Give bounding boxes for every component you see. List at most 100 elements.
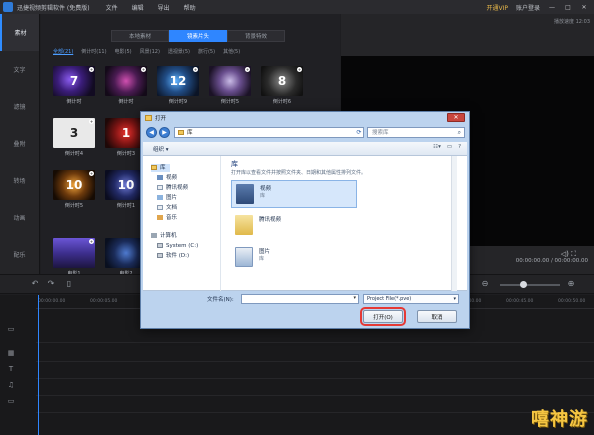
close-button[interactable]: ✕: [580, 4, 588, 11]
nav-pictures[interactable]: 图片: [157, 194, 177, 202]
music-track[interactable]: [36, 379, 594, 396]
category-filter: 全部(21) 倒计时(11) 电影(5) 风景(12) 透视景(5) 旅行(5)…: [53, 48, 240, 55]
thumbnail[interactable]: +: [53, 238, 95, 268]
library-tabs: 本地素材 镜素片头 背景特效: [111, 30, 285, 42]
nav-tencent-video[interactable]: 腾讯视频: [157, 184, 188, 192]
redo-icon[interactable]: ↷: [46, 279, 56, 289]
thumbnail[interactable]: 10+: [53, 170, 95, 200]
ruler-tick: 00:00:05.00: [90, 299, 118, 304]
category-scenery[interactable]: 风景(12): [140, 48, 160, 55]
add-icon[interactable]: +: [245, 67, 250, 72]
nav-transitions[interactable]: 转场: [0, 162, 39, 199]
add-icon[interactable]: +: [89, 67, 94, 72]
library-item-pictures[interactable]: 图片 库: [231, 244, 357, 272]
nav-music[interactable]: 音乐: [157, 214, 177, 222]
zoom-slider-track[interactable]: [500, 284, 560, 286]
back-icon[interactable]: ◀: [146, 127, 157, 138]
add-icon[interactable]: +: [89, 239, 94, 244]
nav-documents[interactable]: 文档: [157, 204, 177, 212]
drive-icon: [157, 253, 163, 258]
category-perspective[interactable]: 透视景(5): [168, 48, 190, 55]
library-item-videos[interactable]: 视频 库: [231, 180, 357, 208]
nav-animations[interactable]: 动画: [0, 199, 39, 236]
nav-filters[interactable]: 滤镜: [0, 88, 39, 125]
nav-music[interactable]: 配乐: [0, 236, 39, 273]
thumbnail[interactable]: +: [105, 66, 147, 96]
vip-button[interactable]: 开通VIP: [486, 3, 508, 12]
nav-videos-label: 视频: [166, 175, 178, 181]
menu-file[interactable]: 文件: [106, 3, 118, 12]
nav-text[interactable]: 文字: [0, 51, 39, 88]
add-icon[interactable]: +: [89, 171, 94, 176]
nav-library[interactable]: 库: [151, 164, 170, 172]
navigation-pane: 库 视频 腾讯视频 图片 文档 音乐 计算机 System (C:) 软件 (D…: [143, 156, 221, 291]
nav-drive-c[interactable]: System (C:): [157, 242, 198, 250]
filename-input[interactable]: ▾: [241, 294, 359, 304]
menu-edit[interactable]: 编辑: [132, 3, 144, 12]
playhead[interactable]: [38, 295, 39, 435]
file-list-scrollbar[interactable]: [451, 156, 457, 291]
help-icon[interactable]: ?: [458, 144, 461, 150]
chevron-down-icon[interactable]: ▾: [353, 295, 356, 301]
search-input[interactable]: 搜索库 ⌕: [367, 127, 465, 138]
thumbnail-label: 倒计时5: [220, 99, 240, 105]
account-login-button[interactable]: 账户登录: [516, 3, 540, 12]
left-nav: 素材 文字 滤镜 叠附 转场 动画 配乐: [0, 14, 40, 274]
thumbnail[interactable]: 8 +: [261, 66, 303, 96]
voice-track-icon: ▭: [7, 397, 15, 405]
organize-button[interactable]: 组织 ▾: [153, 145, 169, 153]
text-track[interactable]: [36, 362, 594, 379]
category-other[interactable]: 其他(5): [223, 48, 240, 55]
minimize-button[interactable]: —: [548, 4, 556, 11]
maximize-button[interactable]: □: [564, 4, 572, 11]
thumbnail[interactable]: 3 +: [53, 118, 95, 148]
tab-intro-clips[interactable]: 镜素片头: [169, 30, 227, 42]
cancel-button[interactable]: 取消: [417, 310, 457, 323]
category-all[interactable]: 全部(21): [53, 48, 73, 55]
category-movie[interactable]: 电影(5): [115, 48, 132, 55]
nav-computer[interactable]: 计算机: [151, 232, 177, 240]
library-item-tencent-video[interactable]: 腾讯视频: [231, 212, 357, 240]
category-countdown[interactable]: 倒计时(11): [81, 48, 106, 55]
zoom-in-icon[interactable]: ⊕: [566, 279, 576, 289]
nav-overlays[interactable]: 叠附: [0, 125, 39, 162]
view-options-icon[interactable]: ☷▾: [433, 144, 441, 150]
add-icon[interactable]: +: [89, 119, 94, 124]
undo-icon[interactable]: ↶: [30, 279, 40, 289]
delete-icon[interactable]: ▯: [64, 279, 74, 289]
document-icon: [157, 205, 163, 210]
preview-pane-icon[interactable]: ▭: [447, 144, 452, 150]
nav-materials[interactable]: 素材: [0, 14, 39, 51]
dialog-close-button[interactable]: ✕: [447, 113, 465, 122]
nav-drive-d[interactable]: 软件 (D:): [157, 252, 189, 260]
thumbnail[interactable]: 7 +: [53, 66, 95, 96]
add-icon[interactable]: +: [297, 67, 302, 72]
forward-icon[interactable]: ▶: [159, 127, 170, 138]
search-icon: ⌕: [457, 129, 461, 136]
open-button[interactable]: 打开(O): [360, 307, 406, 326]
category-travel[interactable]: 旅行(5): [198, 48, 215, 55]
preview-timecode: 00:00:00.00 / 00:00:00.00: [515, 258, 588, 264]
address-bar[interactable]: 库: [174, 127, 364, 138]
voice-track[interactable]: [36, 396, 594, 413]
zoom-slider-handle[interactable]: [520, 281, 527, 288]
file-type-select[interactable]: Project File(*.pve) ▾: [363, 294, 459, 304]
add-icon[interactable]: +: [193, 67, 198, 72]
drive-icon: [157, 243, 163, 248]
thumbnail[interactable]: 12 +: [157, 66, 199, 96]
menu-help[interactable]: 帮助: [184, 3, 196, 12]
ruler-tick: 00:00:50.00: [558, 299, 586, 304]
view-controls: ☷▾ ▭ ?: [433, 144, 461, 150]
refresh-icon[interactable]: ⟳: [354, 127, 364, 138]
app-window: 迅捷视频剪辑软件 (免费版) 文件 编辑 导出 帮助 开通VIP 账户登录 — …: [0, 0, 594, 435]
library-subheading: 打开库以查看文件并按照文件夹、日期和其他属性排列文件。: [231, 170, 367, 176]
tab-background-effects[interactable]: 背景特效: [227, 30, 285, 42]
overlay-track[interactable]: [36, 345, 594, 362]
add-icon[interactable]: +: [141, 67, 146, 72]
zoom-out-icon[interactable]: ⊖: [480, 279, 490, 289]
file-type-value: Project File(*.pve): [367, 296, 412, 302]
thumbnail[interactable]: +: [209, 66, 251, 96]
menu-export[interactable]: 导出: [158, 3, 170, 12]
nav-videos[interactable]: 视频: [157, 174, 177, 182]
tab-local-materials[interactable]: 本地素材: [111, 30, 169, 42]
